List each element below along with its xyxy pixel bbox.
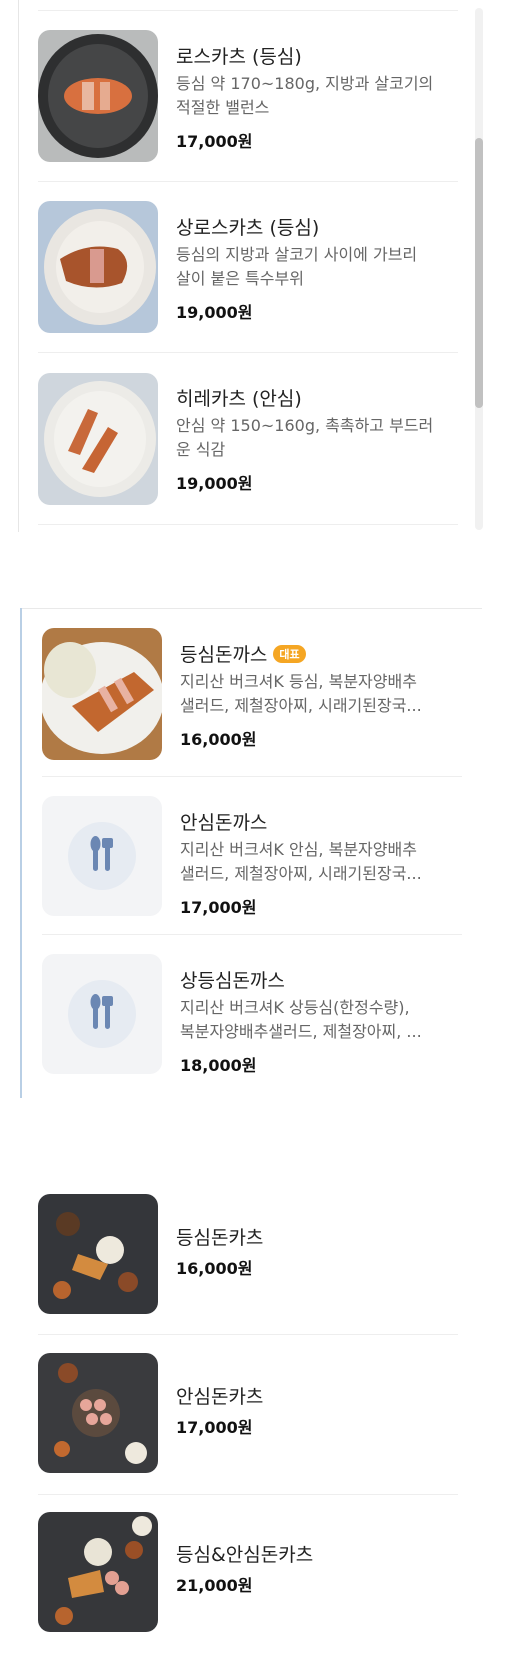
- menu-item-description: 지리산 버크셔K 상등심(한정수량), 복분자양배추샐러드, 제철장아찌, ..…: [180, 998, 422, 1041]
- menu-item-price: 21,000원: [176, 1576, 253, 1595]
- menu-item-price: 16,000원: [176, 1259, 253, 1278]
- menu-section-3: 등심돈카츠 16,000원 안심돈카츠 17,000원 등심&안심돈카츠 21,…: [0, 1180, 480, 1658]
- menu-item-image-placeholder: [42, 954, 162, 1074]
- menu-item-image-placeholder: [42, 796, 162, 916]
- menu-item-image: [38, 1512, 158, 1632]
- menu-item-name: 등심&안심돈카츠: [176, 1544, 314, 1566]
- utensils-icon: [90, 994, 113, 1029]
- menu-item[interactable]: 히레카츠 (안심) 안심 약 150~160g, 촉촉하고 부드러 운 식감 1…: [0, 353, 480, 523]
- menu-item-image: [38, 1194, 158, 1314]
- menu-item[interactable]: 안심돈카츠 17,000원: [0, 1335, 480, 1495]
- menu-item-price: 19,000원: [176, 474, 253, 493]
- menu-item-image: [38, 30, 158, 162]
- food-photo-icon: [54, 1363, 147, 1464]
- menu-item[interactable]: 등심돈까스 대표 지리산 버크셔K 등심, 복분자양배추 샐러드, 제철장아찌, …: [0, 608, 485, 768]
- food-photo-icon: [42, 642, 162, 754]
- menu-item-name: 안심돈카츠: [176, 1386, 264, 1408]
- food-photo-icon: [44, 209, 156, 325]
- menu-item[interactable]: 로스카츠 (등심) 등심 약 170~180g, 지방과 살코기의 적절한 밸런…: [0, 0, 480, 180]
- menu-section-1: 로스카츠 (등심) 등심 약 170~180g, 지방과 살코기의 적절한 밸런…: [0, 0, 483, 532]
- utensils-icon: [90, 836, 113, 871]
- menu-section-2: 등심돈까스 대표 지리산 버크셔K 등심, 복분자양배추 샐러드, 제철장아찌, …: [0, 608, 485, 1098]
- menu-item-image: [38, 373, 158, 505]
- food-photo-icon: [53, 1212, 138, 1299]
- menu-item-price: 17,000원: [180, 898, 257, 917]
- menu-item-name: 등심돈까스 대표: [180, 640, 306, 667]
- menu-item-price: 16,000원: [180, 730, 257, 749]
- menu-item-description: 지리산 버크셔K 등심, 복분자양배추 샐러드, 제철장아찌, 시래기된장국..…: [180, 672, 422, 715]
- menu-item-price: 18,000원: [180, 1056, 257, 1075]
- menu-item-name: 상로스카츠 (등심): [176, 217, 320, 239]
- menu-item-description: 안심 약 150~160g, 촉촉하고 부드러 운 식감: [176, 416, 434, 459]
- menu-item[interactable]: 안심돈까스 지리산 버크셔K 안심, 복분자양배추 샐러드, 제철장아찌, 시래…: [0, 776, 485, 936]
- menu-item-name: 로스카츠 (등심): [176, 46, 302, 68]
- menu-item-name: 등심돈카츠: [176, 1227, 264, 1249]
- menu-item[interactable]: 상등심돈까스 지리산 버크셔K 상등심(한정수량), 복분자양배추샐러드, 제철…: [0, 934, 485, 1094]
- menu-item-price: 19,000원: [176, 303, 253, 322]
- menu-item-name: 안심돈까스: [180, 812, 268, 834]
- menu-item-description: 등심의 지방과 살코기 사이에 가브리 살이 붙은 특수부위: [176, 245, 418, 288]
- menu-item[interactable]: 등심&안심돈카츠 21,000원: [0, 1495, 480, 1655]
- menu-item-image: [38, 201, 158, 333]
- featured-badge: 대표: [273, 645, 306, 663]
- menu-item-name: 상등심돈까스: [180, 970, 285, 992]
- food-photo-icon: [55, 1516, 152, 1625]
- menu-item-price: 17,000원: [176, 1418, 253, 1437]
- menu-item-name: 히레카츠 (안심): [176, 388, 302, 410]
- menu-item-image: [42, 628, 162, 760]
- menu-item-image: [38, 1353, 158, 1473]
- menu-item[interactable]: 상로스카츠 (등심) 등심의 지방과 살코기 사이에 가브리 살이 붙은 특수부…: [0, 182, 480, 352]
- menu-item-description: 등심 약 170~180g, 지방과 살코기의 적절한 밸런스: [176, 74, 434, 117]
- menu-item-description: 지리산 버크셔K 안심, 복분자양배추 샐러드, 제철장아찌, 시래기된장국..…: [180, 840, 422, 883]
- food-photo-icon: [38, 34, 158, 158]
- menu-item[interactable]: 등심돈카츠 16,000원: [0, 1180, 480, 1335]
- menu-item-price: 17,000원: [176, 132, 253, 151]
- divider: [38, 524, 458, 525]
- food-photo-icon: [44, 381, 156, 497]
